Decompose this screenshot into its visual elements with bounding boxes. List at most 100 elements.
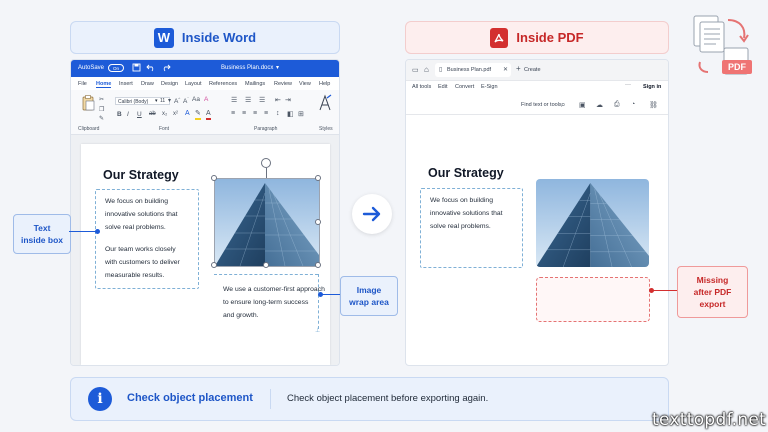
- word-titlebar: AutoSave On Business Plan.docx ▾: [71, 60, 339, 77]
- resize-handle-tr[interactable]: [315, 175, 321, 181]
- shading-icon[interactable]: ◧: [287, 110, 294, 118]
- highlight-icon[interactable]: ✎: [195, 110, 201, 120]
- word-building-image[interactable]: [214, 178, 320, 267]
- word-filename: Business Plan.docx: [221, 65, 274, 71]
- wrap-anchor-icon: ⊥: [315, 328, 321, 334]
- missing-connector-dot: [649, 288, 654, 293]
- missing-connector: [651, 290, 677, 291]
- bold-button[interactable]: B: [117, 111, 122, 118]
- align-left-icon[interactable]: ≡: [231, 110, 235, 117]
- superscript-icon[interactable]: x²: [173, 111, 178, 117]
- subscript-icon[interactable]: x₂: [162, 111, 167, 117]
- redo-icon[interactable]: [161, 63, 171, 74]
- search-icon[interactable]: ⌕: [561, 100, 565, 110]
- bullets-icon[interactable]: ☰: [231, 96, 237, 104]
- image-wrap-area-callout: Image wrap area: [340, 276, 398, 316]
- align-right-icon[interactable]: ≡: [253, 110, 257, 117]
- multilevel-list-icon[interactable]: ☰: [259, 96, 265, 104]
- signin-button[interactable]: Sign in: [643, 84, 661, 90]
- styles-icon[interactable]: [317, 94, 333, 117]
- missing-line-3: export: [699, 299, 726, 309]
- doc-to-pdf-icon: PDF: [688, 14, 754, 80]
- more-options[interactable]: ···: [625, 82, 631, 88]
- italic-button[interactable]: I: [127, 111, 129, 118]
- print-icon[interactable]: ⎙: [614, 101, 620, 109]
- font-size-chevron-icon[interactable]: ▾: [168, 97, 171, 104]
- text-inside-box-callout: Text inside box: [13, 214, 71, 254]
- format-painter-icon[interactable]: ✎: [99, 115, 104, 122]
- shrink-font-icon[interactable]: Aˇ: [183, 96, 189, 105]
- save-pdf-icon[interactable]: ▣: [579, 101, 586, 109]
- pdf-badge-label: PDF: [728, 62, 746, 72]
- font-color-icon[interactable]: A: [206, 110, 211, 120]
- filename-chevron-icon[interactable]: ▾: [276, 64, 279, 71]
- menu-home[interactable]: Home: [96, 81, 112, 88]
- word-heading: Our Strategy: [103, 168, 179, 182]
- word-box-line-3: solve real problems.: [105, 224, 166, 231]
- font-name-chevron-icon[interactable]: ▾: [155, 97, 158, 105]
- pdf-tab[interactable]: ▯ Business Plan.pdf ✕: [435, 63, 511, 77]
- find-tools-search[interactable]: Find text or tools: [521, 102, 562, 108]
- rotate-handle-icon[interactable]: [261, 158, 271, 168]
- autosave-toggle[interactable]: On: [108, 64, 124, 72]
- undo-icon[interactable]: [146, 63, 156, 74]
- menu-draw[interactable]: Draw: [141, 81, 154, 87]
- pdf-menu-all-tools[interactable]: All tools: [412, 84, 431, 90]
- save-icon[interactable]: [132, 63, 141, 74]
- menu-file[interactable]: File: [78, 81, 87, 87]
- line-spacing-icon[interactable]: ↕: [276, 110, 280, 117]
- resize-handle-br[interactable]: [315, 262, 321, 268]
- grow-font-icon[interactable]: A^: [174, 96, 180, 105]
- pdf-heading: Our Strategy: [428, 166, 504, 180]
- change-case-icon[interactable]: Aa: [192, 96, 200, 103]
- inside-pdf-title: Inside PDF: [516, 30, 584, 45]
- pdf-menu-convert[interactable]: Convert: [455, 84, 474, 90]
- copy-icon[interactable]: ❐: [99, 106, 104, 113]
- cut-icon[interactable]: ✂: [99, 96, 104, 103]
- menu-insert[interactable]: Insert: [119, 81, 133, 87]
- missing-after-export-callout: Missing after PDF export: [677, 266, 748, 318]
- text-effects-icon[interactable]: A: [185, 110, 190, 117]
- resize-handle-rm[interactable]: [315, 219, 321, 225]
- text-inside-box-line-1: Text: [33, 223, 51, 233]
- menu-layout[interactable]: Layout: [185, 81, 202, 87]
- pdf-building-image: [536, 179, 649, 267]
- menu-review[interactable]: Review: [274, 81, 292, 87]
- resize-handle-tl[interactable]: [211, 175, 217, 181]
- word-box-line-6: measurable results.: [105, 272, 165, 279]
- resize-handle-bm[interactable]: [263, 262, 269, 268]
- underline-button[interactable]: U: [137, 111, 142, 118]
- numbering-icon[interactable]: ☰: [245, 96, 251, 104]
- menu-design[interactable]: Design: [161, 81, 178, 87]
- text-box-connector: [69, 231, 97, 232]
- word-logo-icon: W: [153, 27, 174, 48]
- create-button[interactable]: Create: [524, 67, 541, 73]
- menu-mailings[interactable]: Mailings: [245, 81, 265, 87]
- word-text-box[interactable]: We focus on building innovative solution…: [95, 189, 199, 289]
- pdf-menu-esign[interactable]: E-Sign: [481, 84, 498, 90]
- align-center-icon[interactable]: ≡: [242, 110, 246, 117]
- font-size-select[interactable]: 11: [160, 97, 165, 105]
- menu-help[interactable]: Help: [319, 81, 330, 87]
- resize-handle-bl[interactable]: [211, 262, 217, 268]
- menu-view[interactable]: View: [299, 81, 311, 87]
- cloud-upload-icon[interactable]: ☁: [596, 101, 603, 109]
- link-icon[interactable]: ⛓: [649, 101, 658, 109]
- pdf-tabbar: ▭ ⌂ ▯ Business Plan.pdf ✕ + Create: [406, 60, 668, 81]
- tab-close-icon[interactable]: ✕: [503, 66, 508, 73]
- justify-icon[interactable]: ≡: [264, 110, 268, 117]
- menu-references[interactable]: References: [209, 81, 237, 87]
- paste-icon[interactable]: [81, 95, 95, 116]
- decrease-indent-icon[interactable]: ⇤: [275, 96, 281, 104]
- clear-format-icon[interactable]: A: [204, 96, 208, 103]
- strikethrough-icon[interactable]: ab: [149, 111, 156, 117]
- sidebar-toggle-icon[interactable]: ▭: [412, 66, 419, 74]
- increase-indent-icon[interactable]: ⇥: [285, 96, 291, 104]
- pdf-menu-edit[interactable]: Edit: [438, 84, 447, 90]
- group-clipboard: Clipboard: [78, 126, 100, 132]
- borders-icon[interactable]: ⊞: [298, 110, 304, 118]
- comment-icon[interactable]: ◔: [631, 101, 635, 108]
- pdf-text-box: We focus on building innovative solution…: [420, 188, 523, 268]
- create-plus-icon[interactable]: +: [516, 64, 521, 73]
- home-icon[interactable]: ⌂: [424, 65, 429, 74]
